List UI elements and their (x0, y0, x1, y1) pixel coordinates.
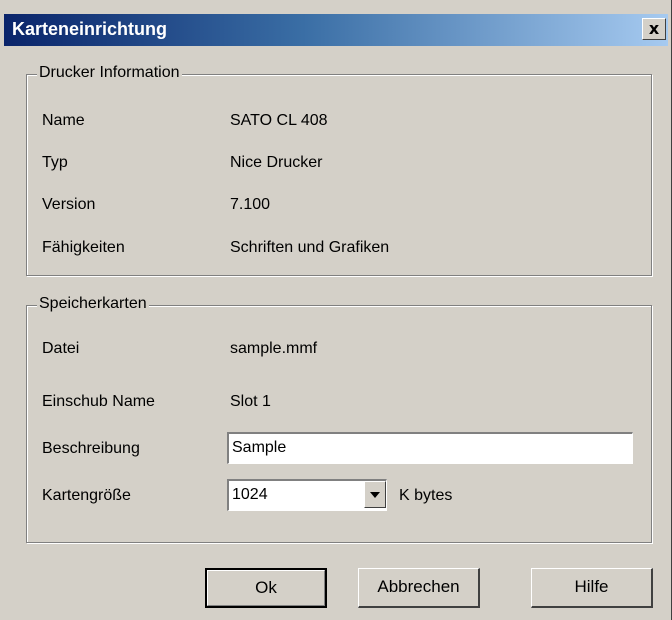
help-button[interactable]: Hilfe (531, 568, 653, 608)
ok-button[interactable]: Ok (205, 568, 327, 608)
card-size-label: Kartengröße (42, 487, 131, 504)
type-value: Nice Drucker (230, 154, 323, 171)
cancel-button[interactable]: Abbrechen (358, 568, 480, 608)
card-size-select[interactable]: 1024 (227, 479, 387, 511)
ok-button-label: Ok (255, 578, 277, 597)
description-input[interactable]: Sample (227, 432, 633, 464)
card-size-value: 1024 (232, 486, 268, 503)
version-value: 7.100 (230, 196, 271, 213)
dropdown-button[interactable] (364, 481, 386, 508)
slot-label: Einschub Name (42, 393, 155, 410)
close-icon[interactable]: x (642, 18, 666, 40)
file-value: sample.mmf (230, 340, 318, 357)
slot-value: Slot 1 (230, 393, 271, 410)
memory-card-legend: Speicherkarten (37, 295, 149, 313)
dialog-window: Karteneinrichtung x Drucker Information … (0, 0, 672, 620)
dialog-title: Karteneinrichtung (12, 19, 168, 39)
chevron-down-icon (370, 492, 380, 498)
card-size-unit: K bytes (399, 487, 453, 504)
title-bar[interactable]: Karteneinrichtung x (4, 14, 668, 46)
name-value: SATO CL 408 (230, 112, 328, 129)
description-label: Beschreibung (42, 440, 140, 457)
type-label: Typ (42, 154, 68, 171)
printer-info-legend: Drucker Information (37, 64, 182, 82)
version-label: Version (42, 196, 96, 213)
capabilities-value: Schriften und Grafiken (230, 239, 390, 256)
file-label: Datei (42, 340, 80, 357)
name-label: Name (42, 112, 85, 129)
capabilities-label: Fähigkeiten (42, 239, 125, 256)
